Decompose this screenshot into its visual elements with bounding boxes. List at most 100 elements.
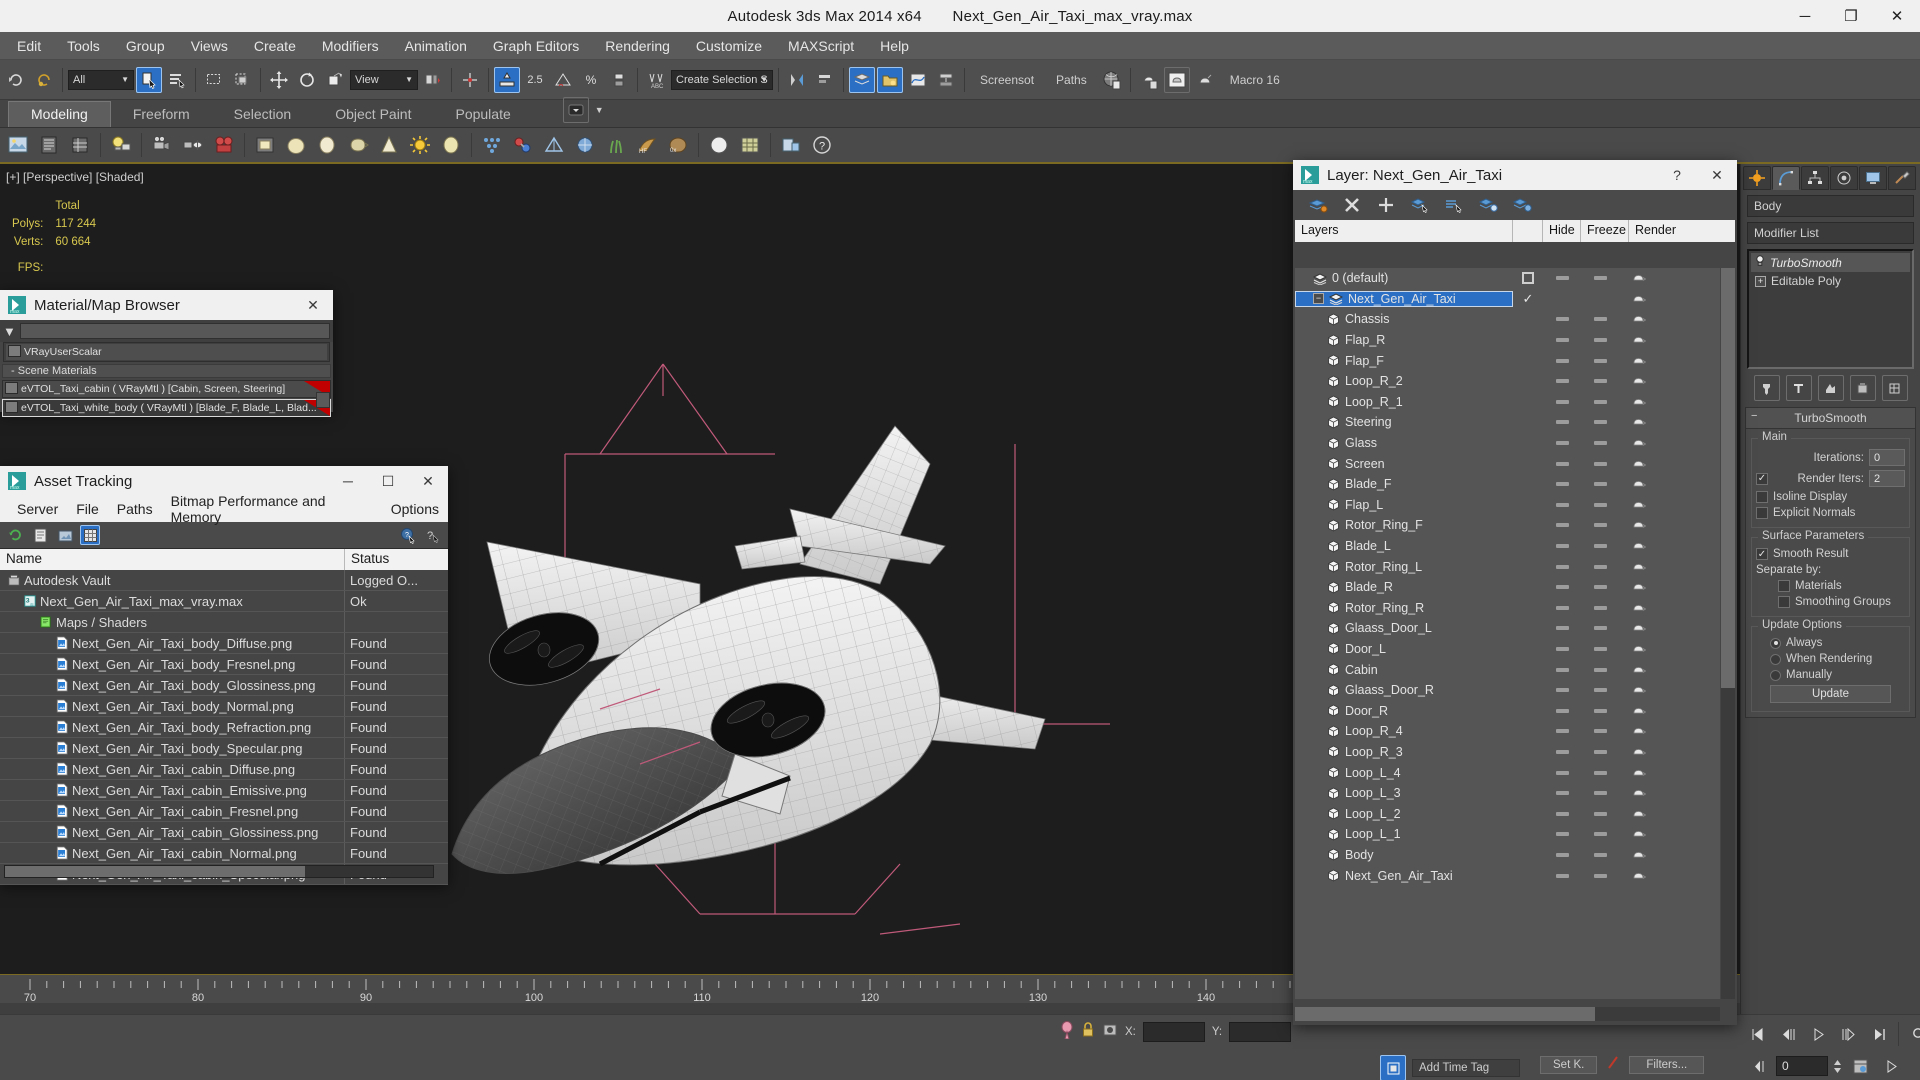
menu-item-customize[interactable]: Customize [683, 34, 775, 58]
hide-toggle[interactable] [1543, 544, 1581, 549]
layer-row[interactable]: Screen [1295, 453, 1720, 474]
layer-name-cell[interactable]: Rotor_Ring_R [1295, 600, 1513, 616]
layer-name-cell[interactable]: Loop_L_1 [1295, 826, 1513, 842]
percent-snap-toggle-icon[interactable]: % [578, 67, 604, 93]
asset-name-cell[interactable]: Next_Gen_Air_Taxi_cabin_Diffuse.png [0, 759, 345, 779]
layer-row[interactable]: Blade_L [1295, 536, 1720, 557]
mental-ray-proxy-icon[interactable]: 0x [664, 131, 692, 159]
asset-row[interactable]: 3 ds Next_Gen_Air_Taxi_max_vray.max Ok [0, 591, 448, 612]
asset-name-cell[interactable]: Next_Gen_Air_Taxi_body_Refraction.png [0, 717, 345, 737]
resize-grip[interactable] [316, 392, 330, 408]
asset-row[interactable]: Next_Gen_Air_Taxi_body_Normal.png Found [0, 696, 448, 717]
tab-modify[interactable] [1772, 166, 1800, 190]
asset-name-cell[interactable]: Next_Gen_Air_Taxi_cabin_Glossiness.png [0, 822, 345, 842]
modifier-editable-poly[interactable]: + Editable Poly [1751, 272, 1910, 290]
remove-modifier-icon[interactable] [1850, 375, 1876, 401]
update-always-radio[interactable] [1770, 637, 1781, 649]
layer-name-cell[interactable]: Rotor_Ring_L [1295, 559, 1513, 575]
cylinder-primitive-icon[interactable] [313, 131, 341, 159]
spinner-snap-toggle-icon[interactable] [606, 67, 632, 93]
tab-create[interactable] [1743, 166, 1771, 190]
help-question-icon[interactable]: ? [423, 525, 443, 545]
hide-toggle[interactable] [1543, 832, 1581, 837]
edit-named-selection-sets-icon[interactable]: ABC [643, 67, 669, 93]
close-button[interactable]: ✕ [1697, 160, 1737, 190]
go-to-end-icon[interactable] [1865, 1021, 1891, 1047]
filters-button[interactable]: Filters... [1629, 1055, 1705, 1074]
help-button[interactable]: ? [1657, 160, 1697, 190]
render-production-icon[interactable] [1192, 67, 1218, 93]
layer-name-cell[interactable]: Loop_R_1 [1295, 394, 1513, 410]
freeze-toggle[interactable] [1581, 358, 1619, 363]
freeze-toggle[interactable] [1581, 276, 1619, 281]
pin-stack-icon[interactable] [1754, 375, 1780, 401]
render-iters-spinner[interactable]: 2 [1869, 470, 1905, 487]
render-toggle[interactable] [1619, 787, 1657, 799]
angle-snap-toggle-icon[interactable] [550, 67, 576, 93]
hide-toggle[interactable] [1543, 482, 1581, 487]
layer-row[interactable]: − Next_Gen_Air_Taxi ✓ [1295, 289, 1720, 310]
asset-name-cell[interactable]: Next_Gen_Air_Taxi_cabin_Emissive.png [0, 780, 345, 800]
list-view-icon[interactable] [30, 525, 50, 545]
expand-icon[interactable]: + [1755, 275, 1766, 287]
configure-modifier-sets-icon[interactable] [1882, 375, 1908, 401]
hide-toggle[interactable] [1543, 605, 1581, 610]
freeze-toggle[interactable] [1581, 564, 1619, 569]
time-tag-icon[interactable] [1380, 1055, 1406, 1080]
asset-horizontal-scrollbar[interactable] [4, 865, 434, 878]
menu-item-create[interactable]: Create [241, 34, 309, 58]
y-coordinate-field[interactable] [1229, 1021, 1292, 1042]
current-layer-check[interactable]: ✓ [1513, 291, 1543, 307]
snaps-toggle-icon[interactable] [494, 66, 520, 93]
hide-toggle[interactable] [1543, 420, 1581, 425]
column-header-hide[interactable]: Hide [1543, 220, 1581, 242]
add-time-tag-field[interactable]: Add Time Tag [1412, 1059, 1521, 1077]
layer-name-cell[interactable]: Blade_L [1295, 538, 1513, 554]
layer-name-cell[interactable]: Door_R [1295, 703, 1513, 719]
hide-toggle[interactable] [1543, 770, 1581, 775]
material-search-input[interactable] [19, 323, 330, 339]
freeze-toggle[interactable] [1581, 667, 1619, 672]
layer-manager-dialog[interactable]: max Layer: Next_Gen_Air_Taxi ? ✕ Layers … [1293, 160, 1737, 1025]
current-layer-check[interactable] [1513, 272, 1543, 285]
camera-red-icon[interactable] [210, 131, 238, 159]
smooth-result-checkbox[interactable]: ✓ [1756, 548, 1768, 560]
ribbon-tab-modeling[interactable]: Modeling [8, 101, 111, 127]
layer-name-cell[interactable]: Next_Gen_Air_Taxi [1295, 868, 1513, 884]
layer-box-icon[interactable] [1522, 272, 1534, 285]
sphere-primitive-icon[interactable] [282, 131, 310, 159]
update-button[interactable]: Update [1770, 685, 1891, 703]
grass-object-icon[interactable] [602, 131, 630, 159]
layer-name-cell[interactable]: Glaass_Door_L [1295, 620, 1513, 636]
x-coordinate-field[interactable] [1142, 1021, 1205, 1042]
layer-settings-icon[interactable] [1511, 194, 1533, 216]
render-toggle[interactable] [1619, 808, 1657, 820]
material-map-browser-icon[interactable] [1136, 67, 1162, 93]
play-animation-icon[interactable] [1805, 1021, 1831, 1047]
scene-grid-icon[interactable] [66, 131, 94, 159]
make-unique-icon[interactable] [1818, 375, 1844, 401]
compound-object-icon[interactable] [571, 131, 599, 159]
update-when-rendering-radio[interactable] [1770, 653, 1781, 665]
grid-view-icon[interactable] [80, 525, 100, 545]
layer-name-cell[interactable]: Flap_R [1295, 332, 1513, 348]
freeze-toggle[interactable] [1581, 502, 1619, 507]
select-highlighted-layers-icon[interactable] [1443, 194, 1465, 216]
render-toggle[interactable] [1619, 581, 1657, 593]
hide-toggle[interactable] [1543, 688, 1581, 693]
layer-name-cell[interactable]: Door_L [1295, 641, 1513, 657]
layer-name-cell[interactable]: Loop_L_3 [1295, 785, 1513, 801]
paths-view-icon[interactable] [55, 525, 75, 545]
asset-name-cell[interactable]: Next_Gen_Air_Taxi_cabin_Normal.png [0, 843, 345, 863]
freeze-toggle[interactable] [1581, 317, 1619, 322]
hide-toggle[interactable] [1543, 729, 1581, 734]
layer-row[interactable]: Door_R [1295, 700, 1720, 721]
render-toggle[interactable] [1619, 767, 1657, 779]
render-toggle[interactable] [1619, 519, 1657, 531]
hide-toggle[interactable] [1543, 502, 1581, 507]
render-toggle[interactable] [1619, 602, 1657, 614]
hide-toggle[interactable] [1543, 461, 1581, 466]
hair-and-fur-icon[interactable]: HF [633, 131, 661, 159]
separate-materials-checkbox[interactable] [1778, 580, 1790, 592]
material-list-top-item[interactable]: VRayUserScalar [6, 344, 327, 360]
